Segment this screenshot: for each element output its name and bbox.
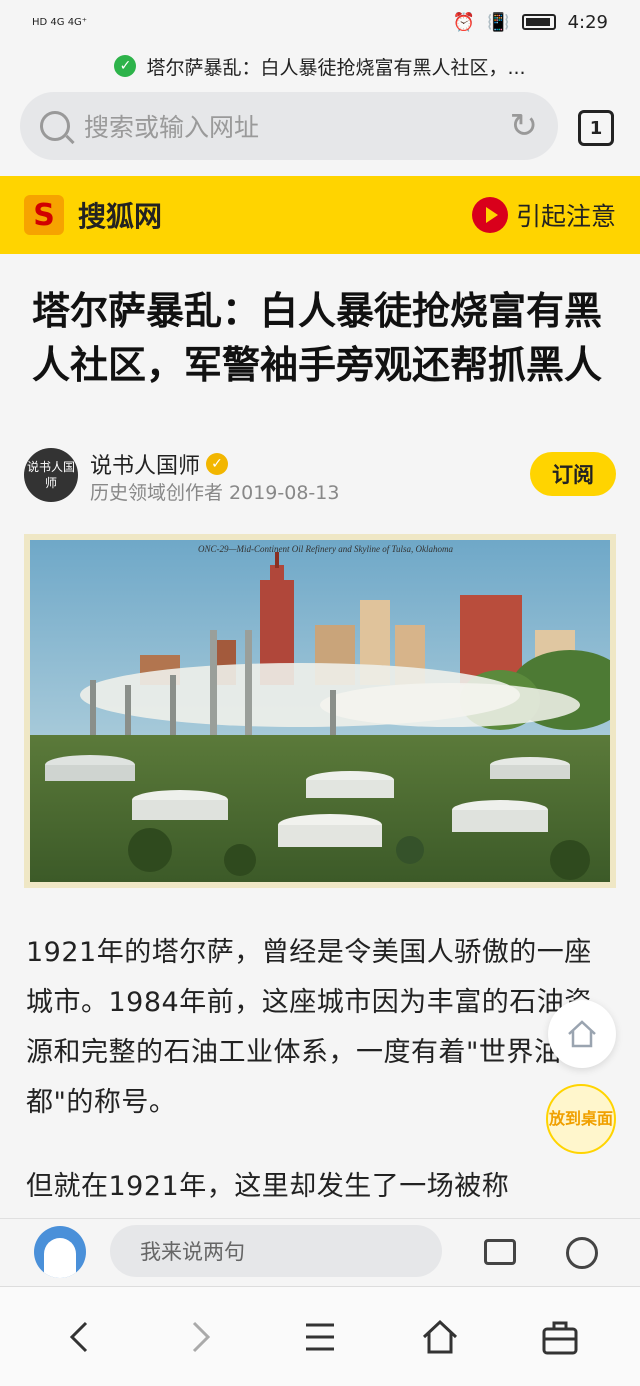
toolbox-button[interactable] bbox=[530, 1307, 590, 1367]
page-title-hint: ✓ 塔尔萨暴乱：白人暴徒抢烧富有黑人社区，... bbox=[0, 44, 640, 88]
back-arrow-icon bbox=[69, 1321, 88, 1352]
author-name-row[interactable]: 说书人国师 ✓ bbox=[90, 448, 229, 480]
sohu-logo-icon[interactable]: S bbox=[24, 195, 64, 235]
status-bar: HD 4G 4G⁺ ⏰ 📳 4:29 bbox=[0, 0, 640, 44]
url-search-placeholder[interactable]: 搜索或输入网址 bbox=[84, 108, 259, 144]
forward-arrow-icon bbox=[192, 1321, 211, 1352]
article-paragraph-1: 1921年的塔尔萨，曾经是令美国人骄傲的一座城市。1984年前，这座城市因为丰富… bbox=[26, 937, 592, 1118]
clock: 4:29 bbox=[567, 11, 608, 33]
image-caption: ONC-29—Mid-Continent Oil Refinery and Sk… bbox=[198, 544, 453, 554]
verified-badge-icon: ✓ bbox=[206, 453, 229, 475]
reload-icon[interactable]: ↻ bbox=[510, 106, 539, 146]
page-hint-text: 塔尔萨暴乱：白人暴徒抢烧富有黑人社区，... bbox=[146, 56, 526, 79]
url-search-box[interactable]: 搜索或输入网址 ↻ bbox=[20, 92, 558, 160]
site-name[interactable]: 搜狐网 bbox=[78, 195, 162, 235]
secure-shield-icon: ✓ bbox=[114, 55, 137, 77]
attention-button[interactable]: 引起注意 bbox=[471, 197, 616, 233]
tab-switcher-button[interactable]: 1 bbox=[578, 110, 614, 146]
search-icon bbox=[40, 111, 70, 141]
home-outline-icon bbox=[568, 1020, 596, 1048]
add-to-desktop-button[interactable]: 放到桌面 bbox=[546, 1084, 616, 1154]
floating-home-button[interactable] bbox=[548, 1000, 616, 1068]
home-icon bbox=[422, 1319, 458, 1353]
vibrate-icon: 📳 bbox=[487, 11, 510, 33]
comment-bar: 我来说两句 bbox=[0, 1218, 640, 1286]
author-name[interactable]: 说书人国师 bbox=[90, 448, 200, 480]
forward-button[interactable] bbox=[170, 1307, 230, 1367]
address-row: 搜索或输入网址 ↻ 1 bbox=[0, 92, 640, 162]
author-meta: 历史领域创作者 2019-08-13 bbox=[90, 482, 340, 504]
comment-input[interactable]: 我来说两句 bbox=[110, 1225, 442, 1277]
comment-icon[interactable] bbox=[484, 1239, 516, 1265]
network-indicators: HD 4G 4G⁺ bbox=[32, 16, 88, 28]
article-image[interactable]: ONC-29—Mid-Continent Oil Refinery and Sk… bbox=[24, 534, 616, 888]
browser-bottom-nav bbox=[0, 1286, 640, 1386]
user-avatar[interactable] bbox=[34, 1226, 86, 1278]
status-right: ⏰ 📳 4:29 bbox=[453, 12, 608, 33]
play-circle-icon bbox=[471, 197, 508, 233]
battery-icon bbox=[521, 14, 556, 30]
attention-label: 引起注意 bbox=[515, 202, 616, 231]
toolbox-icon bbox=[542, 1321, 578, 1354]
article-paragraph-2: 但就在1921年，这里却发生了一场被称 bbox=[26, 1171, 510, 1202]
subscribe-button[interactable]: 订阅 bbox=[530, 452, 616, 496]
author-avatar[interactable]: 说书人国师 bbox=[24, 448, 78, 502]
article-title: 塔尔萨暴乱：白人暴徒抢烧富有黑人社区，军警袖手旁观还帮抓黑人 bbox=[32, 289, 603, 387]
menu-button[interactable] bbox=[290, 1307, 350, 1367]
refinery-postcard-image: ONC-29—Mid-Continent Oil Refinery and Sk… bbox=[30, 540, 610, 882]
back-button[interactable] bbox=[50, 1307, 110, 1367]
author-row: 说书人国师 说书人国师 ✓ 历史领域创作者 2019-08-13 订阅 bbox=[24, 448, 616, 504]
menu-icon bbox=[306, 1323, 334, 1350]
alarm-icon: ⏰ bbox=[452, 11, 476, 33]
home-button[interactable] bbox=[410, 1307, 470, 1367]
article: 塔尔萨暴乱：白人暴徒抢烧富有黑人社区，军警袖手旁观还帮抓黑人 说书人国师 说书人… bbox=[0, 254, 640, 1218]
share-icon[interactable] bbox=[566, 1237, 598, 1269]
site-header: S 搜狐网 引起注意 bbox=[0, 176, 640, 254]
